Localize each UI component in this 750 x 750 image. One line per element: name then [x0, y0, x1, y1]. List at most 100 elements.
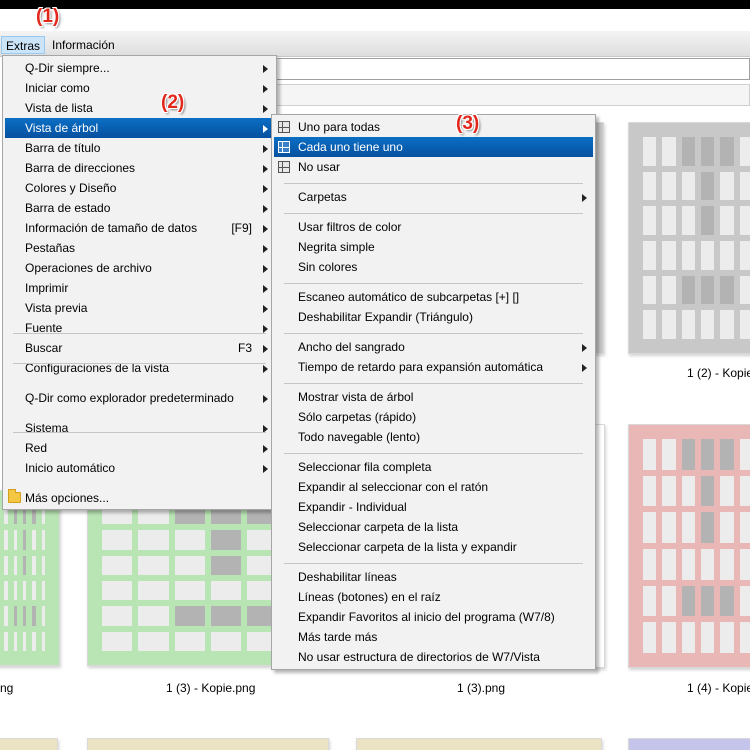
thumbnail-cell: [138, 555, 169, 575]
window-top-edge: [0, 0, 750, 9]
thumbnail-cell: [739, 475, 750, 507]
submenu-item-1[interactable]: Cada uno tiene uno: [274, 137, 593, 157]
thumbnail-cell: [138, 631, 169, 651]
menu-item-label: Seleccionar carpeta de la lista: [298, 520, 459, 534]
main-menu-item-10[interactable]: Operaciones de archivo: [5, 258, 274, 278]
thumbnail-cell: [643, 240, 657, 270]
grid-icon: [278, 141, 290, 153]
menu-item-label: Deshabilitar Expandir (Triángulo): [298, 310, 473, 324]
thumbnail-beige-1[interactable]: [0, 738, 58, 750]
main-menu-item-8[interactable]: Información de tamaño de datos [F9]: [5, 218, 274, 238]
submenu-item-4[interactable]: Usar filtros de color: [274, 217, 593, 237]
submenu-item-20[interactable]: Líneas (botones) en el raíz: [274, 587, 593, 607]
main-menu-item-17[interactable]: Sistema: [5, 418, 274, 438]
thumbnail-cell: [739, 171, 750, 201]
menu-informacion[interactable]: Información: [48, 36, 119, 54]
marker-1: (1): [36, 6, 60, 27]
thumbnail-cell: [32, 530, 36, 550]
menu-extras[interactable]: Extras: [1, 36, 46, 54]
thumbnail-pink[interactable]: [628, 424, 750, 668]
menu-item-label: Red: [25, 441, 48, 455]
submenu-item-2[interactable]: No usar: [274, 157, 593, 177]
main-menu-item-14[interactable]: Buscar F3: [5, 338, 274, 358]
submenu-item-21[interactable]: Expandir Favoritos al inicio del program…: [274, 607, 593, 627]
submenu-item-9[interactable]: Ancho del sangrado: [274, 337, 593, 357]
menu-separator: [284, 563, 583, 564]
thumbnail-cell: [720, 475, 734, 507]
thumbnail-cell: [643, 171, 657, 201]
main-menu-item-7[interactable]: Barra de estado: [5, 198, 274, 218]
chevron-right-icon: [263, 145, 268, 153]
thumbnail-cell: [41, 631, 45, 651]
thumbnail-gray[interactable]: [628, 122, 750, 354]
thumbnail-white[interactable]: [595, 424, 605, 668]
thumbnail-cell: [211, 530, 242, 550]
thumbnail-cell: [681, 548, 695, 580]
main-menu-item-16[interactable]: Q-Dir como explorador predeterminado: [5, 388, 274, 408]
main-menu-item-11[interactable]: Imprimir: [5, 278, 274, 298]
thumbnail-cell: [739, 439, 750, 470]
main-menu-item-2[interactable]: Vista de lista: [5, 98, 274, 118]
main-menu-item-4[interactable]: Barra de título: [5, 138, 274, 158]
submenu-item-5[interactable]: Negrita simple: [274, 237, 593, 257]
submenu-item-13[interactable]: Todo navegable (lento): [274, 427, 593, 447]
thumbnail-cell: [13, 631, 17, 651]
menu-separator: [13, 333, 266, 334]
thumbnail-cell: [720, 275, 734, 305]
thumbnail-cell: [662, 585, 676, 617]
submenu-item-14[interactable]: Seleccionar fila completa: [274, 457, 593, 477]
main-menu-item-3[interactable]: Vista de árbol: [5, 118, 274, 138]
main-menu-item-15[interactable]: Configuraciones de la vista: [5, 358, 274, 378]
submenu-item-18[interactable]: Seleccionar carpeta de la lista y expand…: [274, 537, 593, 557]
main-menu-item-12[interactable]: Vista previa: [5, 298, 274, 318]
thumbnail-cell: [681, 171, 695, 201]
thumbnail-beige-3[interactable]: [356, 738, 602, 750]
submenu-item-6[interactable]: Sin colores: [274, 257, 593, 277]
submenu-item-23[interactable]: No usar estructura de directorios de W7/…: [274, 647, 593, 667]
main-menu-item-6[interactable]: Colores y Diseño: [5, 178, 274, 198]
address-bar[interactable]: [270, 58, 750, 80]
main-menu-item-0[interactable]: Q-Dir siempre...: [5, 58, 274, 78]
menu-separator: [284, 283, 583, 284]
submenu-item-16[interactable]: Expandir - Individual: [274, 497, 593, 517]
submenu-item-19[interactable]: Deshabilitar líneas: [274, 567, 593, 587]
menu-item-label: Ancho del sangrado: [298, 340, 405, 354]
thumbnail-cell: [643, 548, 657, 580]
thumbnail-lavender[interactable]: [628, 738, 750, 750]
menu-item-label: Expandir - Individual: [298, 500, 407, 514]
thumbnail-cell: [739, 275, 750, 305]
submenu-item-3[interactable]: Carpetas: [274, 187, 593, 207]
main-menu-item-13[interactable]: Fuente: [5, 318, 274, 338]
menu-item-label: Todo navegable (lento): [298, 430, 421, 444]
thumbnail-cell: [174, 530, 205, 550]
submenu-item-17[interactable]: Seleccionar carpeta de la lista: [274, 517, 593, 537]
chevron-right-icon: [582, 194, 587, 202]
submenu-item-12[interactable]: Sólo carpetas (rápido): [274, 407, 593, 427]
submenu-item-8[interactable]: Deshabilitar Expandir (Triángulo): [274, 307, 593, 327]
submenu-item-11[interactable]: Mostrar vista de árbol: [274, 387, 593, 407]
thumbnail-cell: [700, 622, 715, 653]
submenu-item-7[interactable]: Escaneo automático de subcarpetas [+] []: [274, 287, 593, 307]
thumbnail-cell: [4, 631, 8, 651]
thumbnail-green-left[interactable]: [0, 490, 60, 666]
menu-separator: [284, 333, 583, 334]
main-menu-item-1[interactable]: Iniciar como: [5, 78, 274, 98]
marker-2: (2): [161, 92, 185, 113]
submenu-item-10[interactable]: Tiempo de retardo para expansión automát…: [274, 357, 593, 377]
submenu-item-15[interactable]: Expandir al seleccionar con el ratón: [274, 477, 593, 497]
submenu-item-0[interactable]: Uno para todas: [274, 117, 593, 137]
main-menu-item-20[interactable]: Más opciones...: [5, 488, 274, 508]
thumbnail-cell: [102, 555, 133, 575]
submenu-item-22[interactable]: Más tarde más: [274, 627, 593, 647]
thumbnail-cell: [211, 555, 242, 575]
menu-separator: [284, 183, 583, 184]
main-menu-item-9[interactable]: Pestañas: [5, 238, 274, 258]
thumbnail-beige-2[interactable]: [87, 738, 329, 750]
thumbnail-cell: [174, 631, 205, 651]
main-menu-item-19[interactable]: Inicio automático: [5, 458, 274, 478]
main-menu-item-18[interactable]: Red: [5, 438, 274, 458]
chevron-right-icon: [263, 285, 268, 293]
menu-item-label: Operaciones de archivo: [25, 261, 152, 275]
thumbnail-cell: [700, 310, 715, 339]
main-menu-item-5[interactable]: Barra de direcciones: [5, 158, 274, 178]
